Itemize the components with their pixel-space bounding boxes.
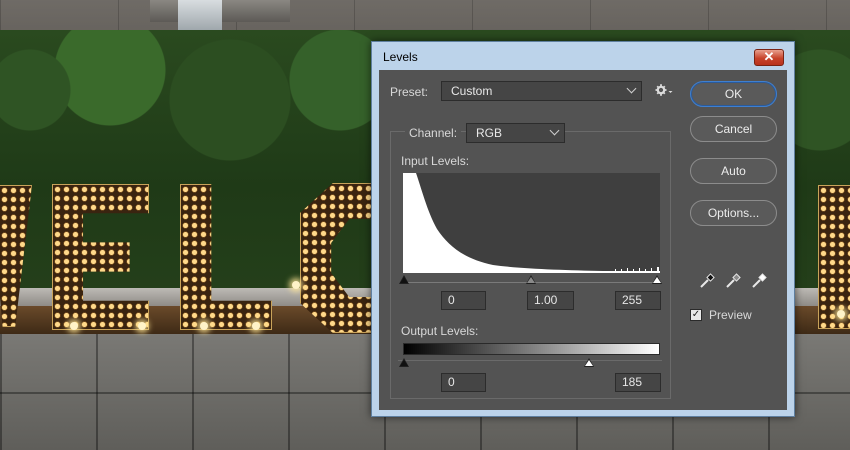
black-eyedropper-icon[interactable]	[698, 272, 716, 290]
levels-dialog: Levels ✕ Preset: Custom Channel: RGB Inp…	[371, 41, 795, 417]
histogram	[403, 173, 660, 273]
gray-eyedropper-icon[interactable]	[724, 272, 742, 290]
preset-dropdown[interactable]: Custom	[441, 81, 642, 101]
options-button[interactable]: Options...	[690, 200, 777, 226]
output-black-field[interactable]: 0	[441, 373, 486, 392]
output-black-slider-fill	[400, 360, 408, 366]
sign-bulb	[70, 322, 78, 330]
sign-letter-m	[818, 185, 850, 329]
sign-bulb	[200, 322, 208, 330]
chevron-down-icon	[549, 125, 560, 136]
channel-value: RGB	[476, 126, 503, 140]
preview-checkbox[interactable]: ✓	[690, 309, 702, 321]
ok-button[interactable]: OK	[690, 81, 777, 107]
dialog-body: Preset: Custom Channel: RGB Input Levels…	[379, 70, 787, 410]
sign-bulb	[837, 310, 845, 318]
input-gamma-slider-fill	[527, 277, 535, 283]
preset-label: Preset:	[390, 85, 429, 99]
input-gamma-field[interactable]: 1.00	[527, 291, 574, 310]
input-white-field[interactable]: 255	[615, 291, 661, 310]
output-levels-label: Output Levels:	[401, 324, 479, 338]
input-white-slider-fill	[653, 277, 661, 283]
cancel-button[interactable]: Cancel	[690, 116, 777, 142]
close-button[interactable]: ✕	[754, 49, 784, 66]
sign-bulb	[138, 322, 146, 330]
separator	[398, 360, 662, 361]
output-gradient-bar	[403, 343, 660, 355]
sign-bulb	[292, 281, 300, 289]
chevron-down-icon	[626, 83, 637, 94]
histogram-graph	[403, 173, 660, 273]
channel-label: Channel:	[405, 126, 462, 140]
preview-label: Preview	[709, 308, 752, 322]
sign-bulb	[252, 322, 260, 330]
auto-button[interactable]: Auto	[690, 158, 777, 184]
title-bar[interactable]: Levels ✕	[372, 42, 794, 70]
input-levels-label: Input Levels:	[401, 154, 470, 168]
preset-value: Custom	[451, 84, 493, 98]
channel-dropdown[interactable]: RGB	[466, 123, 565, 143]
output-white-slider-fill	[585, 360, 593, 366]
gear-icon[interactable]	[655, 83, 673, 100]
input-black-field[interactable]: 0	[441, 291, 486, 310]
white-eyedropper-icon[interactable]	[750, 272, 768, 290]
dialog-title: Levels	[383, 50, 418, 64]
input-black-slider-fill	[400, 277, 408, 283]
output-white-field[interactable]: 185	[615, 373, 661, 392]
